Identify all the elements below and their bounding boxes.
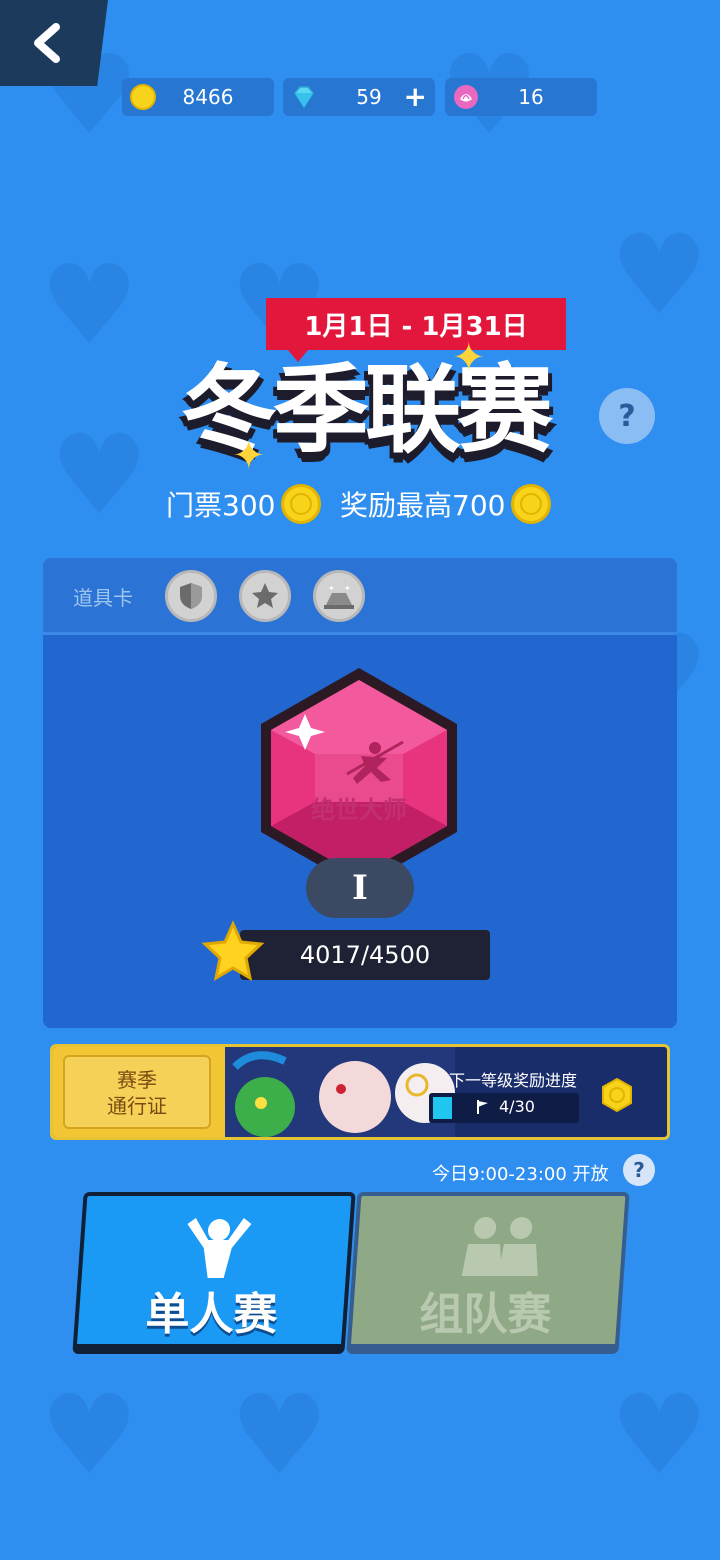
season-pass-progress-bar: 4/30: [429, 1093, 579, 1123]
chevron-left-icon: [34, 23, 60, 63]
schedule-help-button[interactable]: ?: [623, 1154, 655, 1186]
ticket-balance: 16: [445, 78, 597, 116]
rank-progress-text: 4017/4500: [299, 941, 431, 969]
svg-text:✦: ✦: [328, 584, 335, 593]
sparkle-icon: ✦: [452, 335, 486, 381]
item-cards-label: 道具卡: [73, 586, 133, 610]
star-icon: [201, 920, 265, 981]
season-pass-progress-fill: [433, 1097, 452, 1119]
event-help-button[interactable]: ?: [599, 388, 655, 444]
open-time-text: 今日9:00-23:00 开放: [432, 1164, 609, 1185]
next-reward-label: 下一等级奖励进度: [449, 1071, 578, 1090]
rank-panel: 道具卡 ✦ ✦ 绝世大师 I 4017/4500: [43, 558, 677, 1028]
team-match-label: 组队赛: [419, 1289, 552, 1340]
gold-coin-icon: [130, 84, 156, 110]
shield-card[interactable]: [165, 570, 217, 622]
single-match-button[interactable]: 单人赛: [72, 1192, 356, 1354]
date-range-banner: 1月1日 - 1月31日: [266, 298, 566, 362]
item-cards-bar: 道具卡 ✦ ✦: [43, 558, 677, 635]
max-reward: 奖励最高700: [340, 484, 552, 524]
star-icon: [252, 583, 278, 608]
sparkle-icon: ✦: [232, 433, 266, 479]
coin-value: 8466: [182, 85, 234, 109]
season-pass-ticket: 赛季 通行证: [63, 1055, 211, 1129]
gem-balance: 59 +: [283, 78, 435, 116]
event-title: 冬季联赛: [181, 354, 553, 466]
lotus-icon: [454, 85, 478, 109]
svg-text:✦: ✦: [344, 584, 351, 593]
season-pass-label-line1: 赛季: [117, 1068, 157, 1092]
single-player-icon: [187, 1218, 252, 1278]
gold-coin-icon: [511, 484, 552, 524]
star-card[interactable]: [239, 570, 291, 622]
diamond-icon: [294, 86, 314, 109]
season-pass-label-line2: 通行证: [107, 1094, 167, 1118]
season-pass-banner[interactable]: 赛季 通行证 下一等级奖励进度 4/30: [50, 1044, 670, 1140]
ticket-cost: 门票300: [166, 484, 322, 524]
bowl-icon: ✦ ✦: [324, 584, 354, 609]
single-match-label: 单人赛: [145, 1289, 278, 1340]
season-pass-label-area: 赛季 通行证: [53, 1047, 225, 1137]
rank-tier: I: [306, 858, 414, 918]
flag-icon: [477, 1100, 488, 1114]
ticket-cost-label: 门票300: [166, 489, 276, 522]
back-button[interactable]: [0, 0, 108, 86]
ticket-value: 16: [518, 85, 544, 109]
team-match-button[interactable]: 组队赛: [346, 1192, 630, 1354]
gold-coin-icon: [602, 1077, 632, 1113]
shield-icon: [180, 583, 202, 609]
rank-name: 绝世大师: [311, 796, 407, 824]
bowl-card[interactable]: ✦ ✦: [313, 570, 365, 622]
season-pass-count: 4/30: [499, 1097, 535, 1116]
max-reward-label: 奖励最高700: [340, 489, 506, 522]
rank-progress-bar: 4017/4500: [240, 930, 490, 980]
add-gems-button[interactable]: +: [404, 80, 427, 113]
gold-coin-icon: [281, 484, 322, 524]
coin-balance: 8466: [122, 78, 274, 116]
season-pass-characters-art: [225, 1047, 455, 1137]
team-players-icon: [461, 1217, 538, 1276]
